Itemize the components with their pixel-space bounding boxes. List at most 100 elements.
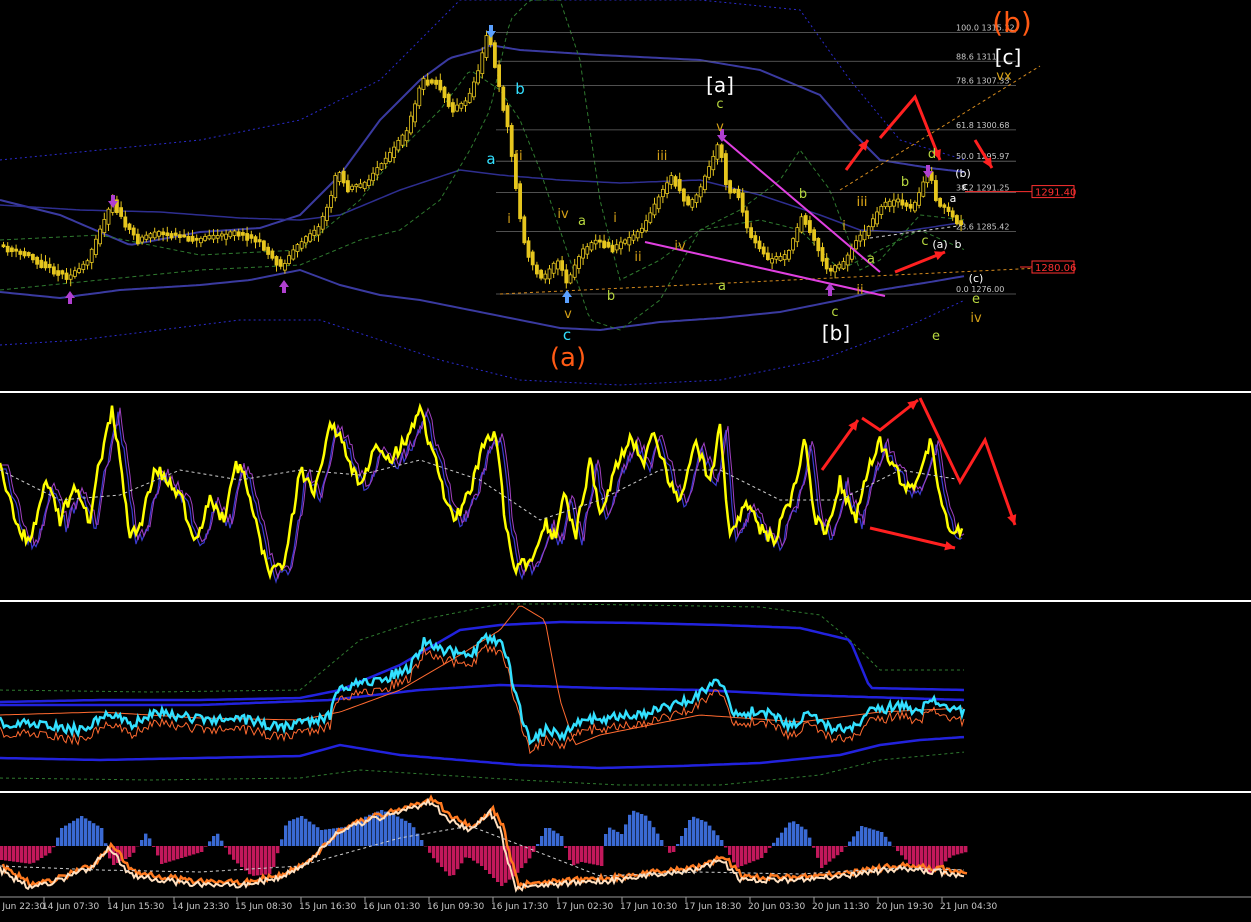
histogram-bar-negative — [844, 846, 848, 847]
histogram-bar-positive — [392, 814, 396, 846]
wave-label: ii — [634, 250, 641, 265]
candle-body — [841, 261, 846, 270]
candle-body — [728, 180, 732, 194]
osc1-arrow-4 — [869, 526, 956, 550]
histogram-bar-positive — [656, 833, 660, 846]
candle-body — [282, 263, 287, 271]
candle-body — [942, 204, 947, 208]
candle-body — [18, 250, 23, 255]
candle-body — [816, 237, 821, 252]
wave-label: a — [718, 279, 726, 294]
candle-body — [278, 259, 283, 267]
wave-label: a — [867, 252, 875, 267]
candle-body — [173, 232, 178, 236]
candle-body — [711, 155, 716, 171]
histogram-bar-negative — [464, 846, 468, 858]
candle-body — [505, 105, 510, 128]
candle-body — [47, 263, 52, 269]
histogram-bar-positive — [772, 842, 776, 846]
oscillator-1-signal-blue — [0, 410, 963, 584]
wave-label: c — [921, 234, 928, 249]
candle-body — [946, 206, 951, 212]
candle-body — [404, 130, 409, 142]
histogram-bar-positive — [856, 831, 860, 846]
time-label: 17 Jun 10:30 — [620, 902, 677, 912]
candle-body — [77, 268, 81, 273]
histogram-bar-negative — [168, 846, 172, 862]
time-label: 14 Jun 22:30 — [0, 902, 45, 912]
candle-body — [572, 264, 577, 278]
histogram-bar-positive — [704, 821, 708, 846]
histogram-bar-negative — [492, 846, 496, 878]
histogram-bar-negative — [196, 846, 200, 854]
histogram-bar-positive — [100, 828, 104, 846]
histogram-bar-positive — [300, 816, 304, 846]
histogram-bar-positive — [716, 835, 720, 846]
candle-body — [375, 167, 380, 176]
histogram-bar-negative — [188, 846, 192, 856]
candle-body — [589, 242, 594, 251]
histogram-bar-positive — [148, 838, 152, 846]
envelope-dashed-1 — [0, 70, 965, 331]
wave-label: i — [507, 212, 511, 227]
candle-body — [917, 192, 921, 206]
candle-body — [703, 175, 707, 191]
candle-body — [715, 144, 720, 160]
histogram-bar-positive — [612, 829, 616, 846]
candle-body — [757, 240, 762, 250]
histogram-bar-negative — [568, 846, 572, 860]
histogram-bar-negative — [264, 846, 268, 875]
histogram-bar-negative — [8, 846, 12, 862]
histogram-bar-positive — [84, 818, 88, 846]
wave-label: c — [962, 180, 968, 193]
candle-body — [656, 196, 661, 210]
wave-label: a — [486, 150, 495, 168]
histogram-bar-negative — [964, 846, 968, 853]
candle-body — [467, 92, 472, 103]
candle-body — [581, 248, 585, 259]
candle-body — [371, 172, 376, 182]
oscillator-panel-3 — [0, 794, 968, 893]
histogram-bar-negative — [936, 846, 940, 869]
candle-body — [165, 232, 170, 237]
histogram-bar-negative — [436, 846, 440, 863]
histogram-bar-negative — [224, 846, 228, 848]
candle-body — [26, 252, 31, 257]
candle-body — [564, 269, 569, 284]
candle-body — [820, 247, 825, 262]
histogram-bar-positive — [868, 828, 872, 846]
histogram-bar-negative — [124, 846, 128, 859]
histogram-bar-positive — [284, 825, 288, 846]
histogram-bar-negative — [736, 846, 740, 868]
histogram-bar-negative — [500, 846, 504, 886]
candle-body — [387, 152, 392, 162]
time-label: 21 Jun 04:30 — [940, 902, 997, 912]
histogram-bar-positive — [888, 841, 892, 846]
candle-body — [560, 260, 564, 271]
wave-label: iii — [657, 149, 668, 164]
candle-body — [140, 236, 145, 243]
candle-body — [203, 236, 208, 241]
wave-label: b — [955, 238, 962, 251]
histogram-bar-negative — [52, 846, 56, 848]
histogram-bar-positive — [76, 818, 80, 846]
histogram-bar-positive — [144, 833, 148, 846]
candle-body — [22, 251, 27, 257]
histogram-bar-negative — [956, 846, 960, 855]
histogram-bar-positive — [396, 816, 400, 846]
histogram-bar-negative — [244, 846, 248, 871]
wave-label: (b) — [992, 6, 1032, 39]
histogram-bar-negative — [260, 846, 264, 875]
osc2-upper-band — [0, 620, 965, 704]
histogram-bar-positive — [684, 828, 688, 846]
candle-body — [568, 274, 573, 284]
histogram-bar-negative — [472, 846, 476, 861]
histogram-bar-negative — [760, 846, 764, 858]
histogram-bar-positive — [648, 820, 652, 846]
wave-label: [b] — [822, 321, 850, 345]
histogram-bar-negative — [532, 846, 536, 852]
candle-body — [955, 215, 959, 225]
histogram-bar-negative — [580, 846, 584, 862]
histogram-bar-positive — [64, 825, 68, 846]
candle-body — [266, 246, 271, 255]
